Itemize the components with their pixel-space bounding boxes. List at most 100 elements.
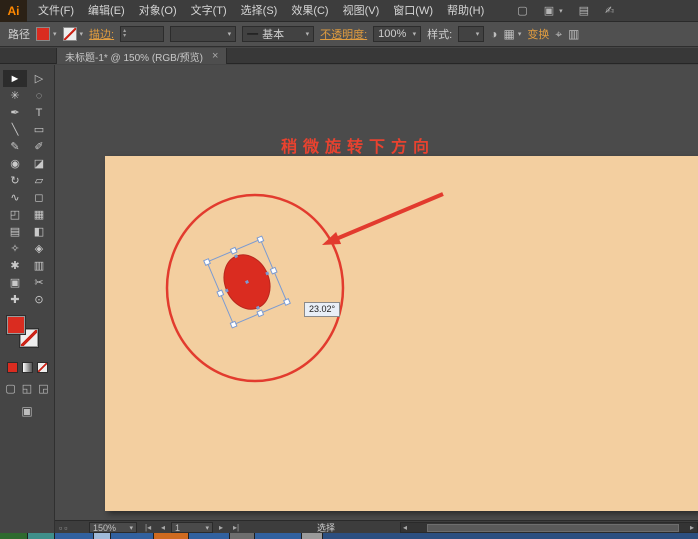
pen-tool[interactable]: ✒ (3, 104, 27, 121)
taskbar-item[interactable] (302, 533, 322, 539)
selection-handle[interactable] (270, 267, 277, 274)
zoom-level-value: 150% (93, 523, 116, 533)
magic-wand-tool[interactable]: ✳ (3, 87, 27, 104)
draw-inside-icon[interactable]: ◲ (38, 382, 48, 395)
stroke-width-input[interactable]: ▴ ▾ (120, 26, 164, 42)
arrange-documents-icon[interactable]: ▣▾ (544, 4, 563, 17)
stepper-icon[interactable]: ▴ ▾ (123, 29, 126, 39)
line-segment-tool[interactable]: ╲ (3, 121, 27, 138)
paintbrush-tool[interactable]: ✎ (3, 138, 27, 155)
opacity-dropdown[interactable]: 100% ▾ (373, 26, 421, 42)
selection-handle[interactable] (284, 299, 291, 306)
blend-tool[interactable]: ◈ (27, 240, 51, 257)
selection-handle[interactable] (257, 236, 264, 243)
taskbar-item[interactable] (323, 533, 698, 539)
variable-width-profile-dropdown[interactable]: ▾ (170, 26, 236, 42)
draw-behind-icon[interactable]: ◱ (22, 382, 32, 395)
taskbar-item[interactable] (255, 533, 301, 539)
hand-tool[interactable]: ✚ (3, 291, 27, 308)
scroll-right-button[interactable]: ▸ (688, 523, 696, 532)
perspective-grid-tool[interactable]: ▦ (27, 206, 51, 223)
color-button[interactable] (7, 362, 18, 373)
canvas-pasteboard[interactable]: 稍微旋转下方向 23.02° (55, 65, 698, 520)
symbol-sprayer-tool[interactable]: ✱ (3, 257, 27, 274)
align-icon[interactable]: ⌖ (555, 27, 562, 42)
selected-ellipse-group[interactable] (204, 236, 291, 328)
pencil-tool[interactable]: ✐ (27, 138, 51, 155)
shape-builder-tool[interactable]: ◰ (3, 206, 27, 223)
app-logo: Ai (0, 0, 27, 22)
close-icon[interactable]: × (212, 50, 218, 62)
opacity-panel-link[interactable]: 不透明度: (320, 26, 367, 42)
brush-definition-dropdown[interactable]: — 基本 ▾ (242, 26, 314, 42)
document-tab[interactable]: 未标题-1* @ 150% (RGB/预览) × (56, 48, 227, 64)
bridge-icon[interactable]: ▢ (517, 4, 527, 17)
blob-brush-tool[interactable]: ◉ (3, 155, 27, 172)
artboard-tool[interactable]: ▣ (3, 274, 27, 291)
draw-normal-icon[interactable]: ▢ (5, 382, 15, 395)
transform-panel-link[interactable]: 变换 (527, 26, 549, 42)
taskbar-item[interactable] (28, 533, 54, 539)
taskbar-item[interactable] (0, 533, 27, 539)
selection-handle[interactable] (204, 259, 211, 266)
none-button[interactable] (37, 362, 48, 373)
menu-edit[interactable]: 编辑(E) (81, 0, 132, 22)
taskbar-item[interactable] (189, 533, 229, 539)
eraser-tool[interactable]: ◪ (27, 155, 51, 172)
drawing-mode-buttons: ▢ ◱ ◲ (0, 382, 54, 395)
zoom-level-select[interactable]: 150% ▾ (89, 522, 137, 533)
selection-handle[interactable] (217, 290, 224, 297)
width-tool[interactable]: ∿ (3, 189, 27, 206)
document-setup-icon[interactable]: ▦ ▾ (503, 27, 521, 41)
menu-help[interactable]: 帮助(H) (440, 0, 491, 22)
menu-object[interactable]: 对象(O) (132, 0, 184, 22)
eyedropper-tool[interactable]: ✧ (3, 240, 27, 257)
mesh-tool[interactable]: ▤ (3, 223, 27, 240)
taskbar-item[interactable] (230, 533, 254, 539)
fill-swatch[interactable] (7, 316, 25, 334)
lasso-tool[interactable]: ◌ (27, 87, 51, 104)
selection-tool[interactable]: ► (3, 70, 27, 87)
selection-handle[interactable] (257, 310, 264, 317)
stroke-color-dropdown[interactable]: ▾ (63, 27, 84, 41)
menu-view[interactable]: 视图(V) (336, 0, 387, 22)
style-dropdown[interactable]: ▾ (458, 26, 484, 42)
status-bar: ▫▫ 150% ▾ |◂ ◂ 1 ▾ ▸ ▸| 选择 ◂ ▸ (55, 520, 698, 533)
selection-handle[interactable] (230, 247, 237, 254)
menu-window[interactable]: 窗口(W) (386, 0, 440, 22)
scrollbar-thumb[interactable] (427, 524, 679, 532)
horizontal-scrollbar[interactable]: ◂ ▸ (400, 522, 698, 533)
screen-mode-icon[interactable]: ▣ (21, 404, 32, 418)
menubar-icons: ▢ ▣▾ ▤ ✍ (517, 4, 614, 17)
cs-live-icon[interactable]: ✍ (605, 4, 614, 17)
gradient-tool[interactable]: ◧ (27, 223, 51, 240)
screen-mode-row: ▣ (0, 404, 54, 418)
workspace-switcher-icon[interactable]: ▤ (579, 4, 589, 17)
menu-select[interactable]: 选择(S) (234, 0, 285, 22)
free-transform-tool[interactable]: ◻ (27, 189, 51, 206)
scale-tool[interactable]: ▱ (27, 172, 51, 189)
slice-tool[interactable]: ✂ (27, 274, 51, 291)
stroke-panel-link[interactable]: 描边: (89, 26, 114, 42)
column-graph-tool[interactable]: ▥ (27, 257, 51, 274)
type-tool[interactable]: T (27, 104, 51, 121)
rotate-tool[interactable]: ↻ (3, 172, 27, 189)
fill-color-dropdown[interactable]: ▾ (36, 27, 57, 41)
scroll-left-button[interactable]: ◂ (401, 523, 409, 532)
taskbar-item[interactable] (55, 533, 93, 539)
taskbar-item[interactable] (154, 533, 188, 539)
selection-handle[interactable] (230, 321, 237, 328)
direct-selection-tool[interactable]: ▷ (27, 70, 51, 87)
rectangle-tool[interactable]: ▭ (27, 121, 51, 138)
zoom-tool[interactable]: ⊙ (27, 291, 51, 308)
opacity-value: 100% (378, 28, 406, 40)
menu-type[interactable]: 文字(T) (184, 0, 234, 22)
menu-effect[interactable]: 效果(C) (284, 0, 335, 22)
chevron-down-icon: ▾ (559, 7, 563, 15)
menu-file[interactable]: 文件(F) (31, 0, 81, 22)
taskbar-item[interactable] (111, 533, 153, 539)
artboard-number-input[interactable]: 1 ▾ (171, 522, 213, 533)
gradient-button[interactable] (22, 362, 33, 373)
recolor-artwork-icon[interactable]: ◑ (490, 27, 497, 41)
taskbar-item[interactable] (94, 533, 110, 539)
